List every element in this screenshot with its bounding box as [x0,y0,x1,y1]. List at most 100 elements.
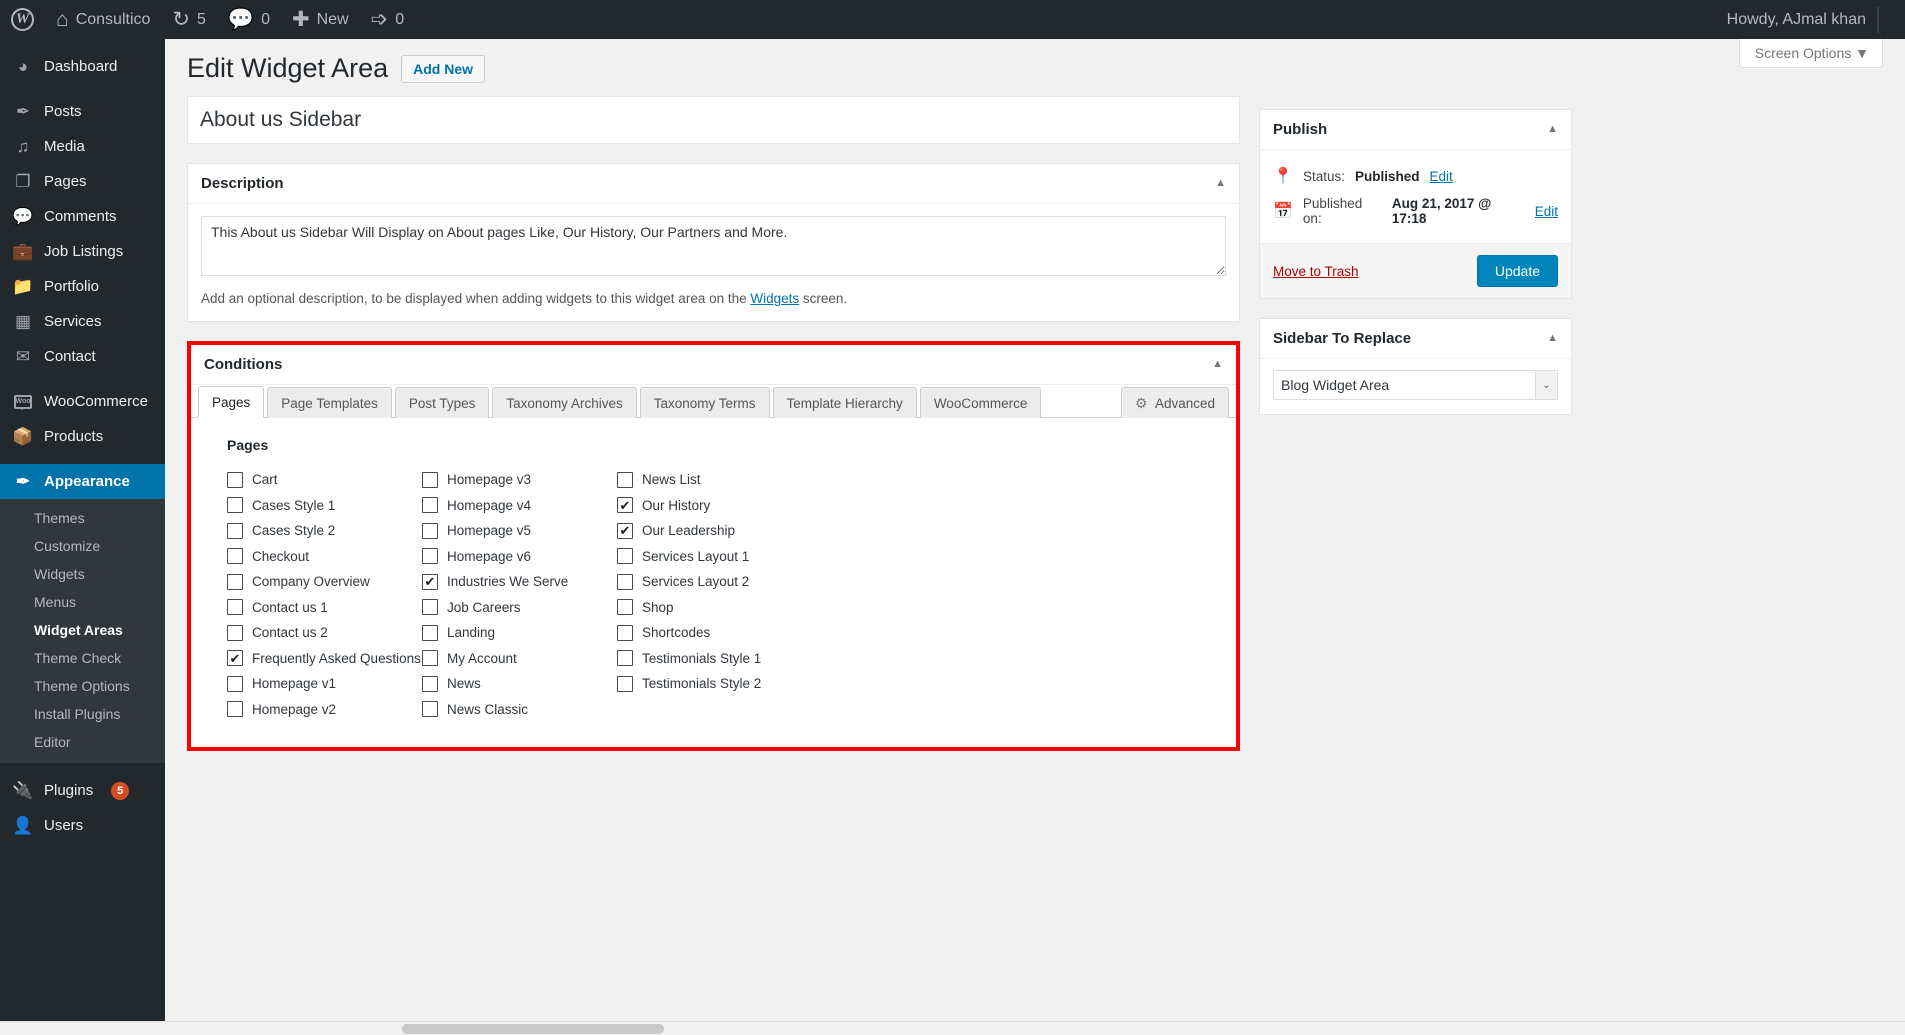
condition-checkbox-row[interactable]: Job Careers [422,595,617,621]
tab-woocommerce[interactable]: WooCommerce [920,387,1042,418]
condition-checkbox-row[interactable]: Cases Style 1 [227,493,422,519]
tab-page-templates[interactable]: Page Templates [267,387,392,418]
tab-template-hierarchy[interactable]: Template Hierarchy [773,387,917,418]
sidebar-item-media[interactable]: ♫ Media [0,129,165,164]
sidebar-subitem-widget-areas[interactable]: Widget Areas [0,616,165,644]
condition-checkbox-row[interactable]: Testimonials Style 2 [617,671,817,697]
condition-checkbox-row[interactable]: Services Layout 2 [617,569,817,595]
publish-panel-header[interactable]: Publish ▲ [1260,110,1571,150]
add-new-button[interactable]: Add New [401,55,485,83]
condition-checkbox-row[interactable]: Checkout [227,544,422,570]
sidebar-subitem-customize[interactable]: Customize [0,532,165,560]
sidebar-item-services[interactable]: ▦ Services [0,304,165,339]
sidebar-item-dashboard[interactable]: ◕ Dashboard [0,49,165,84]
sidebar-to-replace-header[interactable]: Sidebar To Replace ▲ [1260,319,1571,359]
sidebar-subitem-theme-options[interactable]: Theme Options [0,672,165,700]
sidebar-to-replace-select[interactable]: Blog Widget Area ⌄ [1273,370,1558,400]
condition-checkbox-row[interactable]: Cases Style 2 [227,518,422,544]
checkbox-unchecked-icon[interactable] [617,599,633,615]
checkbox-unchecked-icon[interactable] [617,625,633,641]
checkbox-checked-icon[interactable]: ✔ [617,497,633,513]
checkbox-unchecked-icon[interactable] [227,497,243,513]
sidebar-item-products[interactable]: 📦 Products [0,419,165,454]
new-content-menu[interactable]: ✚ New [281,0,360,39]
sidebar-item-posts[interactable]: ✒ Posts [0,94,165,129]
move-to-trash-link[interactable]: Move to Trash [1273,264,1359,279]
condition-checkbox-row[interactable]: Shortcodes [617,620,817,646]
sidebar-item-woocommerce[interactable]: Woo WooCommerce [0,384,165,419]
sidebar-subitem-theme-check[interactable]: Theme Check [0,644,165,672]
condition-checkbox-row[interactable]: Company Overview [227,569,422,595]
checkbox-checked-icon[interactable]: ✔ [227,650,243,666]
conditions-panel-header[interactable]: Conditions ▲ [191,345,1236,385]
checkbox-unchecked-icon[interactable] [422,472,438,488]
widget-area-title-input[interactable] [188,97,1239,143]
condition-checkbox-row[interactable]: Contact us 1 [227,595,422,621]
checkbox-unchecked-icon[interactable] [617,650,633,666]
condition-checkbox-row[interactable]: Homepage v5 [422,518,617,544]
horizontal-scrollbar[interactable] [0,1021,1905,1035]
howdy-menu[interactable]: Howdy, AJmal khan [1716,0,1905,39]
collapse-toggle-icon[interactable]: ▲ [1547,124,1558,135]
checkbox-checked-icon[interactable]: ✔ [422,574,438,590]
condition-checkbox-row[interactable]: Homepage v2 [227,697,422,723]
widgets-screen-link[interactable]: Widgets [750,291,799,306]
wordpress-logo-menu[interactable]: W [0,0,45,39]
condition-checkbox-row[interactable]: ✔Industries We Serve [422,569,617,595]
tab-post-types[interactable]: Post Types [395,387,490,418]
checkbox-unchecked-icon[interactable] [227,599,243,615]
condition-checkbox-row[interactable]: News Classic [422,697,617,723]
checkbox-unchecked-icon[interactable] [227,625,243,641]
condition-checkbox-row[interactable]: Services Layout 1 [617,544,817,570]
checkbox-checked-icon[interactable]: ✔ [617,523,633,539]
checkbox-unchecked-icon[interactable] [227,523,243,539]
sidebar-subitem-menus[interactable]: Menus [0,588,165,616]
description-panel-header[interactable]: Description ▲ [188,164,1239,204]
updates-menu[interactable]: ↻ 5 [161,0,217,39]
condition-checkbox-row[interactable]: Homepage v4 [422,493,617,519]
sidebar-subitem-install-plugins[interactable]: Install Plugins [0,700,165,728]
checkbox-unchecked-icon[interactable] [227,548,243,564]
collapse-toggle-icon[interactable]: ▲ [1547,333,1558,344]
tab-taxonomy-archives[interactable]: Taxonomy Archives [492,387,636,418]
update-button[interactable]: Update [1477,255,1558,287]
condition-checkbox-row[interactable]: Testimonials Style 1 [617,646,817,672]
sidebar-item-appearance[interactable]: ✒ Appearance [0,464,165,499]
date-edit-link[interactable]: Edit [1535,204,1558,219]
checkbox-unchecked-icon[interactable] [227,472,243,488]
checkbox-unchecked-icon[interactable] [422,701,438,717]
checkbox-unchecked-icon[interactable] [422,625,438,641]
condition-checkbox-row[interactable]: News List [617,467,817,493]
condition-checkbox-row[interactable]: Homepage v3 [422,467,617,493]
collapse-toggle-icon[interactable]: ▲ [1212,359,1223,370]
checkbox-unchecked-icon[interactable] [617,472,633,488]
condition-checkbox-row[interactable]: ✔Our Leadership [617,518,817,544]
condition-checkbox-row[interactable]: Shop [617,595,817,621]
checkbox-unchecked-icon[interactable] [617,676,633,692]
checkbox-unchecked-icon[interactable] [422,497,438,513]
comments-menu[interactable]: 💬 0 [217,0,281,39]
condition-checkbox-row[interactable]: Cart [227,467,422,493]
condition-checkbox-row[interactable]: ✔Our History [617,493,817,519]
sidebar-item-plugins[interactable]: 🔌 Plugins 5 [0,773,165,808]
screen-options-button[interactable]: Screen Options ▼ [1739,39,1883,68]
sidebar-item-pages[interactable]: ❐ Pages [0,164,165,199]
sidebar-item-comments[interactable]: 💬 Comments [0,199,165,234]
sidebar-item-job-listings[interactable]: 💼 Job Listings [0,234,165,269]
sidebar-subitem-editor[interactable]: Editor [0,728,165,756]
checkbox-unchecked-icon[interactable] [617,574,633,590]
scrollbar-thumb[interactable] [402,1024,664,1034]
sidebar-subitem-themes[interactable]: Themes [0,504,165,532]
sidebar-item-portfolio[interactable]: 📁 Portfolio [0,269,165,304]
checkbox-unchecked-icon[interactable] [422,676,438,692]
checkbox-unchecked-icon[interactable] [227,574,243,590]
condition-checkbox-row[interactable]: Landing [422,620,617,646]
checkbox-unchecked-icon[interactable] [422,599,438,615]
site-name-menu[interactable]: ⌂ Consultico [45,0,161,39]
condition-checkbox-row[interactable]: ✔Frequently Asked Questions [227,646,422,672]
sidebar-subitem-widgets[interactable]: Widgets [0,560,165,588]
checkbox-unchecked-icon[interactable] [422,548,438,564]
tab-advanced[interactable]: ⚙ Advanced [1121,387,1229,418]
jetpack-menu[interactable]: ➩ 0 [360,0,416,39]
tab-taxonomy-terms[interactable]: Taxonomy Terms [640,387,770,418]
